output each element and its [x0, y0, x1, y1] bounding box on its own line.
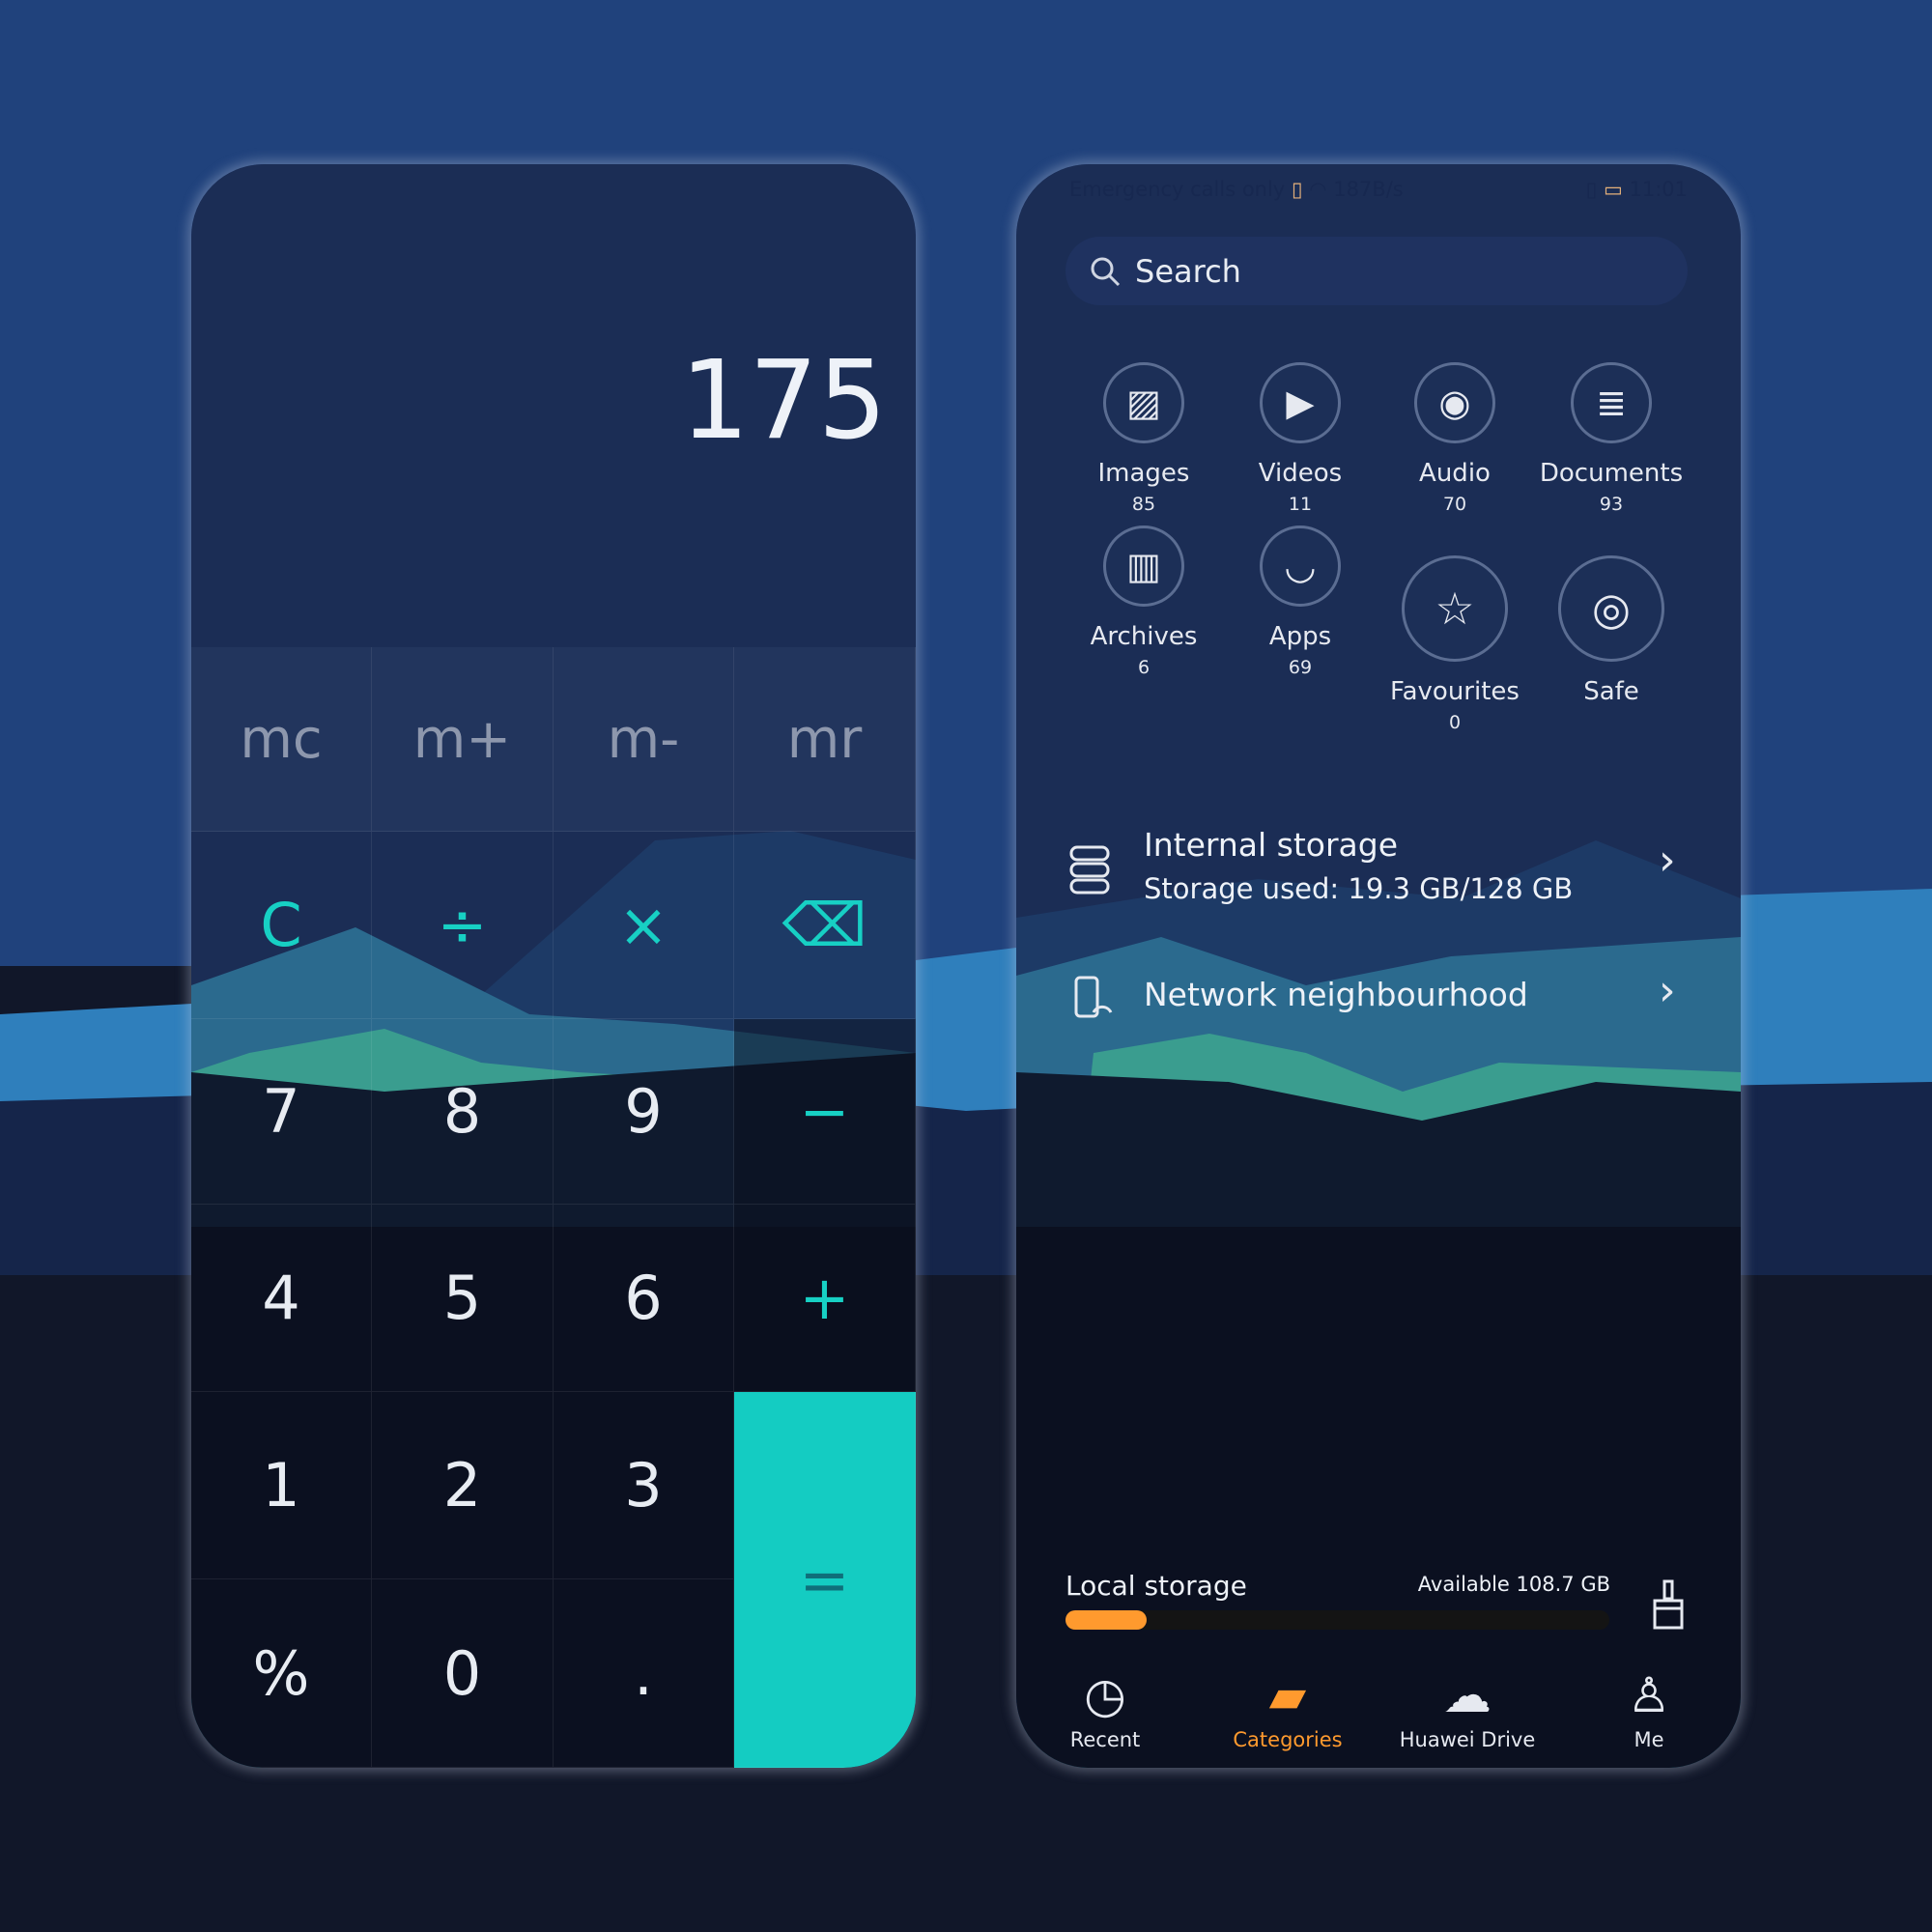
local-storage-label: Local storage [1065, 1570, 1247, 1602]
network-neighbourhood-item[interactable]: Network neighbourhood › [1016, 966, 1741, 1043]
category-documents[interactable]: ≣ Documents 93 [1529, 362, 1693, 515]
key-1-0[interactable]: 7 [191, 1019, 372, 1205]
category-safe[interactable]: ◎ Safe [1529, 555, 1693, 712]
storage-icon [1069, 845, 1110, 895]
category-label: Archives [1090, 622, 1198, 651]
nav-huawei-drive[interactable]: ☁ Huawei Drive [1380, 1666, 1554, 1751]
memory-key-1[interactable]: m+ [372, 647, 554, 832]
person-icon: ♙ [1627, 1667, 1671, 1723]
key-0-3[interactable]: ⌫ [734, 832, 916, 1019]
star-folder-icon: ☆ [1435, 582, 1475, 635]
chevron-right-icon: › [1659, 836, 1676, 885]
category-count: 70 [1442, 494, 1467, 515]
status-bar: Emergency calls only ▯ ◠ 187B/s ▯ ▭ 11:0… [1069, 178, 1688, 201]
calculator-display: 175 [680, 338, 887, 464]
chevron-right-icon: › [1659, 966, 1676, 1015]
available-space: Available 108.7 GB [1417, 1573, 1610, 1596]
audio-icon: ◉ [1438, 382, 1471, 424]
cloud-icon: ☁ [1443, 1667, 1492, 1723]
storage-progress-bar [1065, 1610, 1609, 1630]
category-label: Apps [1268, 622, 1332, 651]
key-2-1[interactable]: 5 [372, 1205, 554, 1392]
key-0-1[interactable]: ÷ [372, 832, 554, 1019]
key-3-3[interactable]: = [734, 1392, 916, 1768]
calculator-phone: 175 mc m+ m-mr C ÷ × ⌫ 7 8 9− 4 5 6 +1 2 3 =% 0. [191, 164, 916, 1768]
sim-icon: ▯ [1291, 178, 1303, 201]
category-label: Images [1097, 459, 1190, 488]
document-icon: ≣ [1596, 382, 1627, 424]
category-label: Safe [1583, 677, 1639, 706]
nav-label: Huawei Drive [1399, 1728, 1536, 1751]
internal-storage-title: Internal storage [1144, 826, 1399, 864]
nav-label: Recent [1069, 1728, 1141, 1751]
key-1-3[interactable]: − [734, 1019, 916, 1205]
category-audio[interactable]: ◉ Audio 70 [1373, 362, 1537, 515]
folder-icon: ▰ [1268, 1667, 1307, 1723]
search-input[interactable]: Search [1065, 237, 1688, 305]
category-count: 93 [1599, 494, 1624, 515]
key-4-1[interactable]: 0 [372, 1579, 554, 1768]
category-count: 85 [1131, 494, 1156, 515]
nav-categories[interactable]: ▰ Categories [1201, 1666, 1375, 1751]
clock-time: 11:01 [1629, 178, 1688, 201]
clean-brush-icon[interactable] [1649, 1579, 1688, 1630]
category-videos[interactable]: ▶ Videos 11 [1218, 362, 1382, 515]
category-count: 69 [1288, 657, 1313, 678]
nav-label: Me [1634, 1728, 1664, 1751]
category-label: Audio [1419, 459, 1491, 488]
battery-icon: ▭ [1603, 178, 1623, 201]
clock-icon: ◷ [1084, 1667, 1126, 1723]
category-count: 11 [1288, 494, 1313, 515]
key-1-1[interactable]: 8 [372, 1019, 554, 1205]
files-phone: Emergency calls only ▯ ◠ 187B/s ▯ ▭ 11:0… [1016, 164, 1741, 1768]
memory-key-0[interactable]: mc [191, 647, 372, 832]
category-apps[interactable]: ◡ Apps 69 [1218, 526, 1382, 678]
apps-icon: ◡ [1284, 545, 1317, 587]
category-images[interactable]: ▨ Images 85 [1062, 362, 1226, 515]
archive-icon: ▥ [1126, 545, 1161, 587]
search-icon [1091, 257, 1121, 286]
category-favourites[interactable]: ☆ Favourites 0 [1373, 555, 1537, 733]
key-2-3[interactable]: + [734, 1205, 916, 1392]
internal-storage-subtitle: Storage used: 19.3 GB/128 GB [1144, 872, 1574, 905]
vibrate-icon: ▯ [1585, 178, 1598, 201]
wifi-icon: ◠ [1309, 178, 1327, 201]
safe-icon: ◎ [1591, 582, 1632, 635]
key-3-0[interactable]: 1 [191, 1392, 372, 1579]
nav-label: Categories [1233, 1728, 1343, 1751]
key-0-2[interactable]: × [554, 832, 734, 1019]
image-icon: ▨ [1126, 382, 1161, 424]
key-3-1[interactable]: 2 [372, 1392, 554, 1579]
category-label: Favourites [1390, 677, 1520, 706]
category-label: Videos [1258, 459, 1343, 488]
video-icon: ▶ [1286, 382, 1315, 424]
carrier-text: Emergency calls only [1069, 178, 1286, 201]
memory-key-2[interactable]: m- [554, 647, 734, 832]
key-2-2[interactable]: 6 [554, 1205, 734, 1392]
search-placeholder: Search [1135, 252, 1241, 290]
key-2-0[interactable]: 4 [191, 1205, 372, 1392]
network-speed: 187B/s [1333, 178, 1404, 201]
category-label: Documents [1539, 459, 1684, 488]
key-1-2[interactable]: 9 [554, 1019, 734, 1205]
network-title: Network neighbourhood [1144, 976, 1528, 1013]
storage-progress-fill [1065, 1610, 1148, 1630]
key-3-2[interactable]: 3 [554, 1392, 734, 1579]
category-archives[interactable]: ▥ Archives 6 [1062, 526, 1226, 678]
memory-key-3[interactable]: mr [734, 647, 916, 832]
category-count: 6 [1137, 657, 1151, 678]
category-count: 0 [1448, 712, 1462, 733]
key-4-0[interactable]: % [191, 1579, 372, 1768]
key-0-0[interactable]: C [191, 832, 372, 1019]
nav-me[interactable]: ♙ Me [1562, 1666, 1736, 1751]
network-device-icon [1074, 976, 1113, 1018]
key-4-2[interactable]: . [554, 1579, 734, 1768]
internal-storage-item[interactable]: Internal storage Storage used: 19.3 GB/1… [1016, 816, 1741, 923]
nav-recent[interactable]: ◷ Recent [1018, 1666, 1192, 1751]
